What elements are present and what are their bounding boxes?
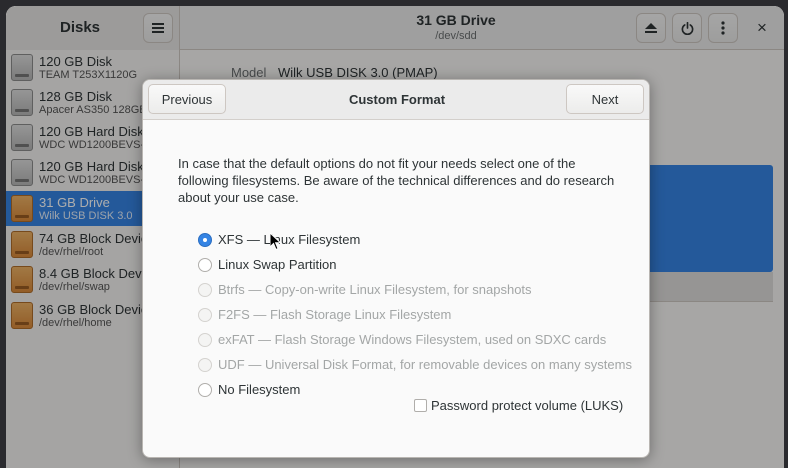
option-label: Btrfs — Copy-on-write Linux Filesystem, …: [218, 282, 532, 297]
radio-button-disabled: [198, 357, 212, 372]
option-exfat: exFAT — Flash Storage Windows Filesystem…: [198, 327, 632, 352]
custom-format-dialog: Previous Custom Format Next In case that…: [142, 79, 650, 458]
option-btrfs: Btrfs — Copy-on-write Linux Filesystem, …: [198, 277, 632, 302]
password-protect-row[interactable]: Password protect volume (LUKS): [414, 398, 623, 413]
option-xfs[interactable]: XFS — Linux Filesystem: [198, 227, 632, 252]
radio-button-disabled: [198, 307, 212, 322]
radio-button-disabled: [198, 282, 212, 297]
dialog-header: Previous Custom Format Next: [143, 80, 649, 120]
option-f2fs: F2FS — Flash Storage Linux Filesystem: [198, 302, 632, 327]
radio-button-disabled: [198, 332, 212, 347]
option-label: Linux Swap Partition: [218, 257, 337, 272]
filesystem-options: XFS — Linux Filesystem Linux Swap Partit…: [198, 227, 632, 402]
previous-button[interactable]: Previous: [148, 84, 226, 114]
option-udf: UDF — Universal Disk Format, for removab…: [198, 352, 632, 377]
next-button[interactable]: Next: [566, 84, 644, 114]
password-protect-checkbox[interactable]: [414, 399, 427, 412]
dialog-title: Custom Format: [348, 92, 446, 107]
radio-button[interactable]: [198, 257, 212, 272]
option-label: F2FS — Flash Storage Linux Filesystem: [218, 307, 452, 322]
mouse-pointer-icon: [270, 233, 282, 251]
radio-button-selected[interactable]: [198, 232, 212, 247]
password-protect-label: Password protect volume (LUKS): [431, 398, 624, 413]
option-label: exFAT — Flash Storage Windows Filesystem…: [218, 332, 607, 347]
radio-button[interactable]: [198, 382, 212, 397]
dialog-description: In case that the default options do not …: [178, 156, 615, 205]
option-label: XFS — Linux Filesystem: [218, 232, 361, 247]
option-swap[interactable]: Linux Swap Partition: [198, 252, 632, 277]
option-label: UDF — Universal Disk Format, for removab…: [218, 357, 632, 372]
option-label: No Filesystem: [218, 382, 301, 397]
